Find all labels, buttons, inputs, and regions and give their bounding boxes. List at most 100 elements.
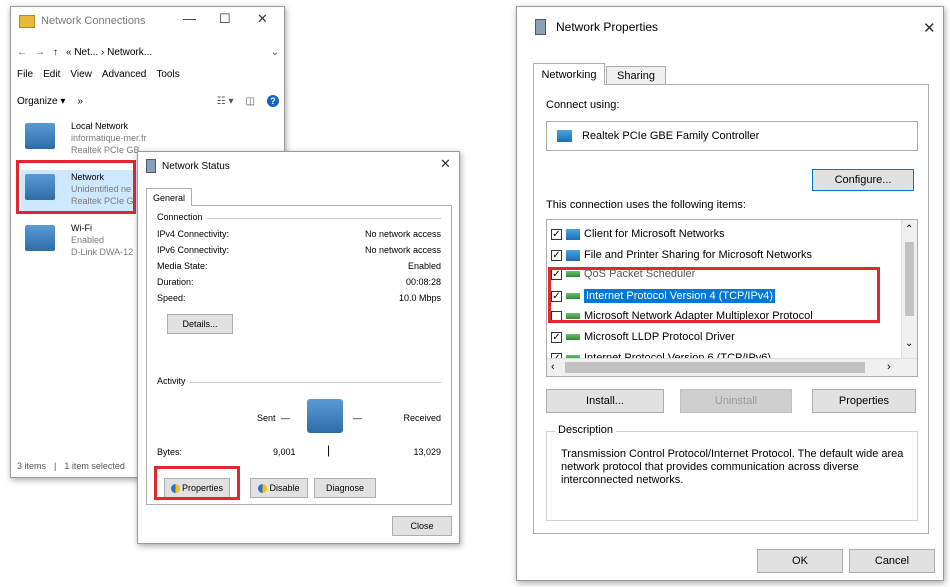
tab-general[interactable]: General — [146, 188, 192, 206]
address-bar[interactable]: ← → ↑ « Net... › Network... ⌄ — [17, 43, 279, 61]
view-options-icon[interactable]: ☷ ▾ — [217, 96, 234, 107]
protocol-icon — [566, 334, 580, 340]
scroll-right-icon[interactable]: › — [887, 361, 891, 373]
received-label: Received — [403, 413, 441, 423]
bytes-divider: | — [327, 443, 331, 457]
highlight-properties-button — [154, 466, 240, 500]
network-status-title: Network Status — [162, 160, 230, 172]
adapter-field: Realtek PCIe GBE Family Controller — [546, 121, 918, 151]
close-button[interactable]: ✕ — [440, 156, 451, 172]
bytes-label: Bytes: — [157, 447, 183, 457]
connection-group: Connection IPv4 Connectivity: No network… — [157, 212, 441, 342]
network-connections-titlebar: Network Connections — [11, 7, 284, 35]
chevron-down-icon[interactable]: ⌄ — [271, 47, 279, 58]
connection-status: informatique-mer.fr — [71, 133, 147, 143]
ipv4-value: No network access — [364, 229, 441, 239]
connection-name: Local Network — [71, 121, 129, 131]
network-adapter-icon — [535, 19, 546, 35]
network-properties-title: Network Properties — [556, 20, 659, 34]
scroll-up-icon[interactable]: ⌃ — [905, 224, 913, 235]
sent-line: — — [281, 413, 290, 423]
list-item[interactable]: ✓ File and Printer Sharing for Microsoft… — [551, 245, 812, 265]
duration-label: Duration: — [157, 277, 194, 287]
description-label: Description — [555, 424, 617, 436]
connection-adapter: Realtek PCIe GB — [71, 145, 140, 155]
address-path[interactable]: « Net... › Network... — [66, 47, 152, 58]
close-button[interactable]: ✕ — [257, 11, 268, 27]
scroll-down-icon[interactable]: ⌄ — [905, 338, 913, 349]
wifi-computer-icon — [25, 225, 55, 251]
status-selected: 1 item selected — [64, 461, 125, 471]
speed-value: 10.0 Mbps — [398, 293, 441, 303]
forward-arrow-icon[interactable]: → — [35, 47, 45, 58]
toolbar: Organize ▾ » ☷ ▾ ◫ ? — [17, 93, 279, 109]
network-status-titlebar: Network Status — [138, 152, 459, 180]
general-tab-panel: Connection IPv4 Connectivity: No network… — [146, 205, 452, 505]
connection-label: Connection — [157, 212, 207, 222]
menu-advanced[interactable]: Advanced — [102, 69, 146, 83]
help-icon[interactable]: ? — [267, 95, 279, 107]
network-adapter-icon — [146, 159, 156, 173]
up-arrow-icon[interactable]: ↑ — [53, 47, 58, 58]
network-folder-icon — [19, 14, 35, 28]
status-separator: | — [54, 461, 57, 471]
checkbox[interactable]: ✓ — [551, 228, 562, 240]
speed-label: Speed: — [157, 293, 186, 303]
network-connections-title: Network Connections — [41, 15, 146, 27]
properties-button[interactable]: Properties — [812, 389, 916, 413]
duration-value: 00:08:28 — [405, 277, 441, 287]
scroll-left-icon[interactable]: ‹ — [551, 361, 555, 373]
items-label: This connection uses the following items… — [546, 199, 746, 211]
organize-button[interactable]: Organize ▾ — [17, 96, 65, 107]
tab-networking[interactable]: Networking — [533, 63, 605, 85]
received-line: — — [353, 413, 362, 423]
preview-pane-icon[interactable]: ◫ — [246, 96, 255, 107]
media-state-label: Media State: — [157, 261, 208, 271]
back-arrow-icon[interactable]: ← — [17, 47, 27, 58]
list-item[interactable]: ✓ Microsoft LLDP Protocol Driver — [551, 327, 735, 347]
bytes-received: 13,029 — [413, 447, 441, 457]
client-network-icon — [566, 228, 580, 240]
diagnose-button[interactable]: Diagnose — [314, 478, 376, 498]
list-item[interactable]: ✓ Client for Microsoft Networks — [551, 224, 725, 244]
description-group: Description Transmission Control Protoco… — [546, 424, 918, 521]
more-button[interactable]: » — [77, 96, 83, 107]
sent-label: Sent — [257, 413, 276, 423]
minimize-button[interactable]: — — [183, 11, 196, 26]
menu-bar: File Edit View Advanced Tools — [17, 69, 279, 83]
connection-status: Enabled — [71, 235, 105, 245]
tab-sharing[interactable]: Sharing — [606, 66, 666, 85]
menu-view[interactable]: View — [70, 69, 92, 83]
details-button[interactable]: Details... — [167, 314, 233, 334]
close-button[interactable]: ✕ — [923, 19, 936, 37]
network-properties-titlebar: Network Properties — [517, 7, 943, 47]
checkbox[interactable]: ✓ — [551, 331, 562, 343]
status-item-count: 3 items — [17, 461, 47, 471]
uninstall-button[interactable]: Uninstall — [680, 389, 792, 413]
close-dialog-button[interactable]: Close — [392, 516, 452, 536]
menu-edit[interactable]: Edit — [43, 69, 60, 83]
network-computer-icon — [25, 123, 55, 149]
connection-name: Wi-Fi — [71, 223, 92, 233]
cancel-button[interactable]: Cancel — [849, 549, 935, 573]
disable-button[interactable]: Disable — [250, 478, 308, 498]
menu-file[interactable]: File — [17, 69, 33, 83]
menu-tools[interactable]: Tools — [156, 69, 179, 83]
install-button[interactable]: Install... — [546, 389, 664, 413]
connection-adapter: D-Link DWA-12 — [71, 247, 134, 257]
ipv6-value: No network access — [364, 245, 441, 255]
checkbox[interactable]: ✓ — [551, 249, 562, 261]
scrollbar-thumb[interactable] — [565, 362, 865, 373]
maximize-button[interactable]: ☐ — [219, 11, 231, 27]
scrollbar-thumb[interactable] — [905, 242, 914, 316]
activity-label: Activity — [157, 376, 190, 386]
horizontal-scrollbar[interactable]: ‹ › — [547, 358, 917, 376]
highlight-ipv4-item — [548, 267, 880, 323]
bytes-sent: 9,001 — [273, 447, 296, 457]
connect-using-label: Connect using: — [546, 99, 620, 111]
vertical-scrollbar[interactable]: ⌃ ⌄ — [901, 220, 917, 358]
shield-icon — [258, 483, 268, 493]
ipv4-label: IPv4 Connectivity: — [157, 229, 230, 239]
ok-button[interactable]: OK — [757, 549, 843, 573]
configure-button[interactable]: Configure... — [812, 169, 914, 191]
